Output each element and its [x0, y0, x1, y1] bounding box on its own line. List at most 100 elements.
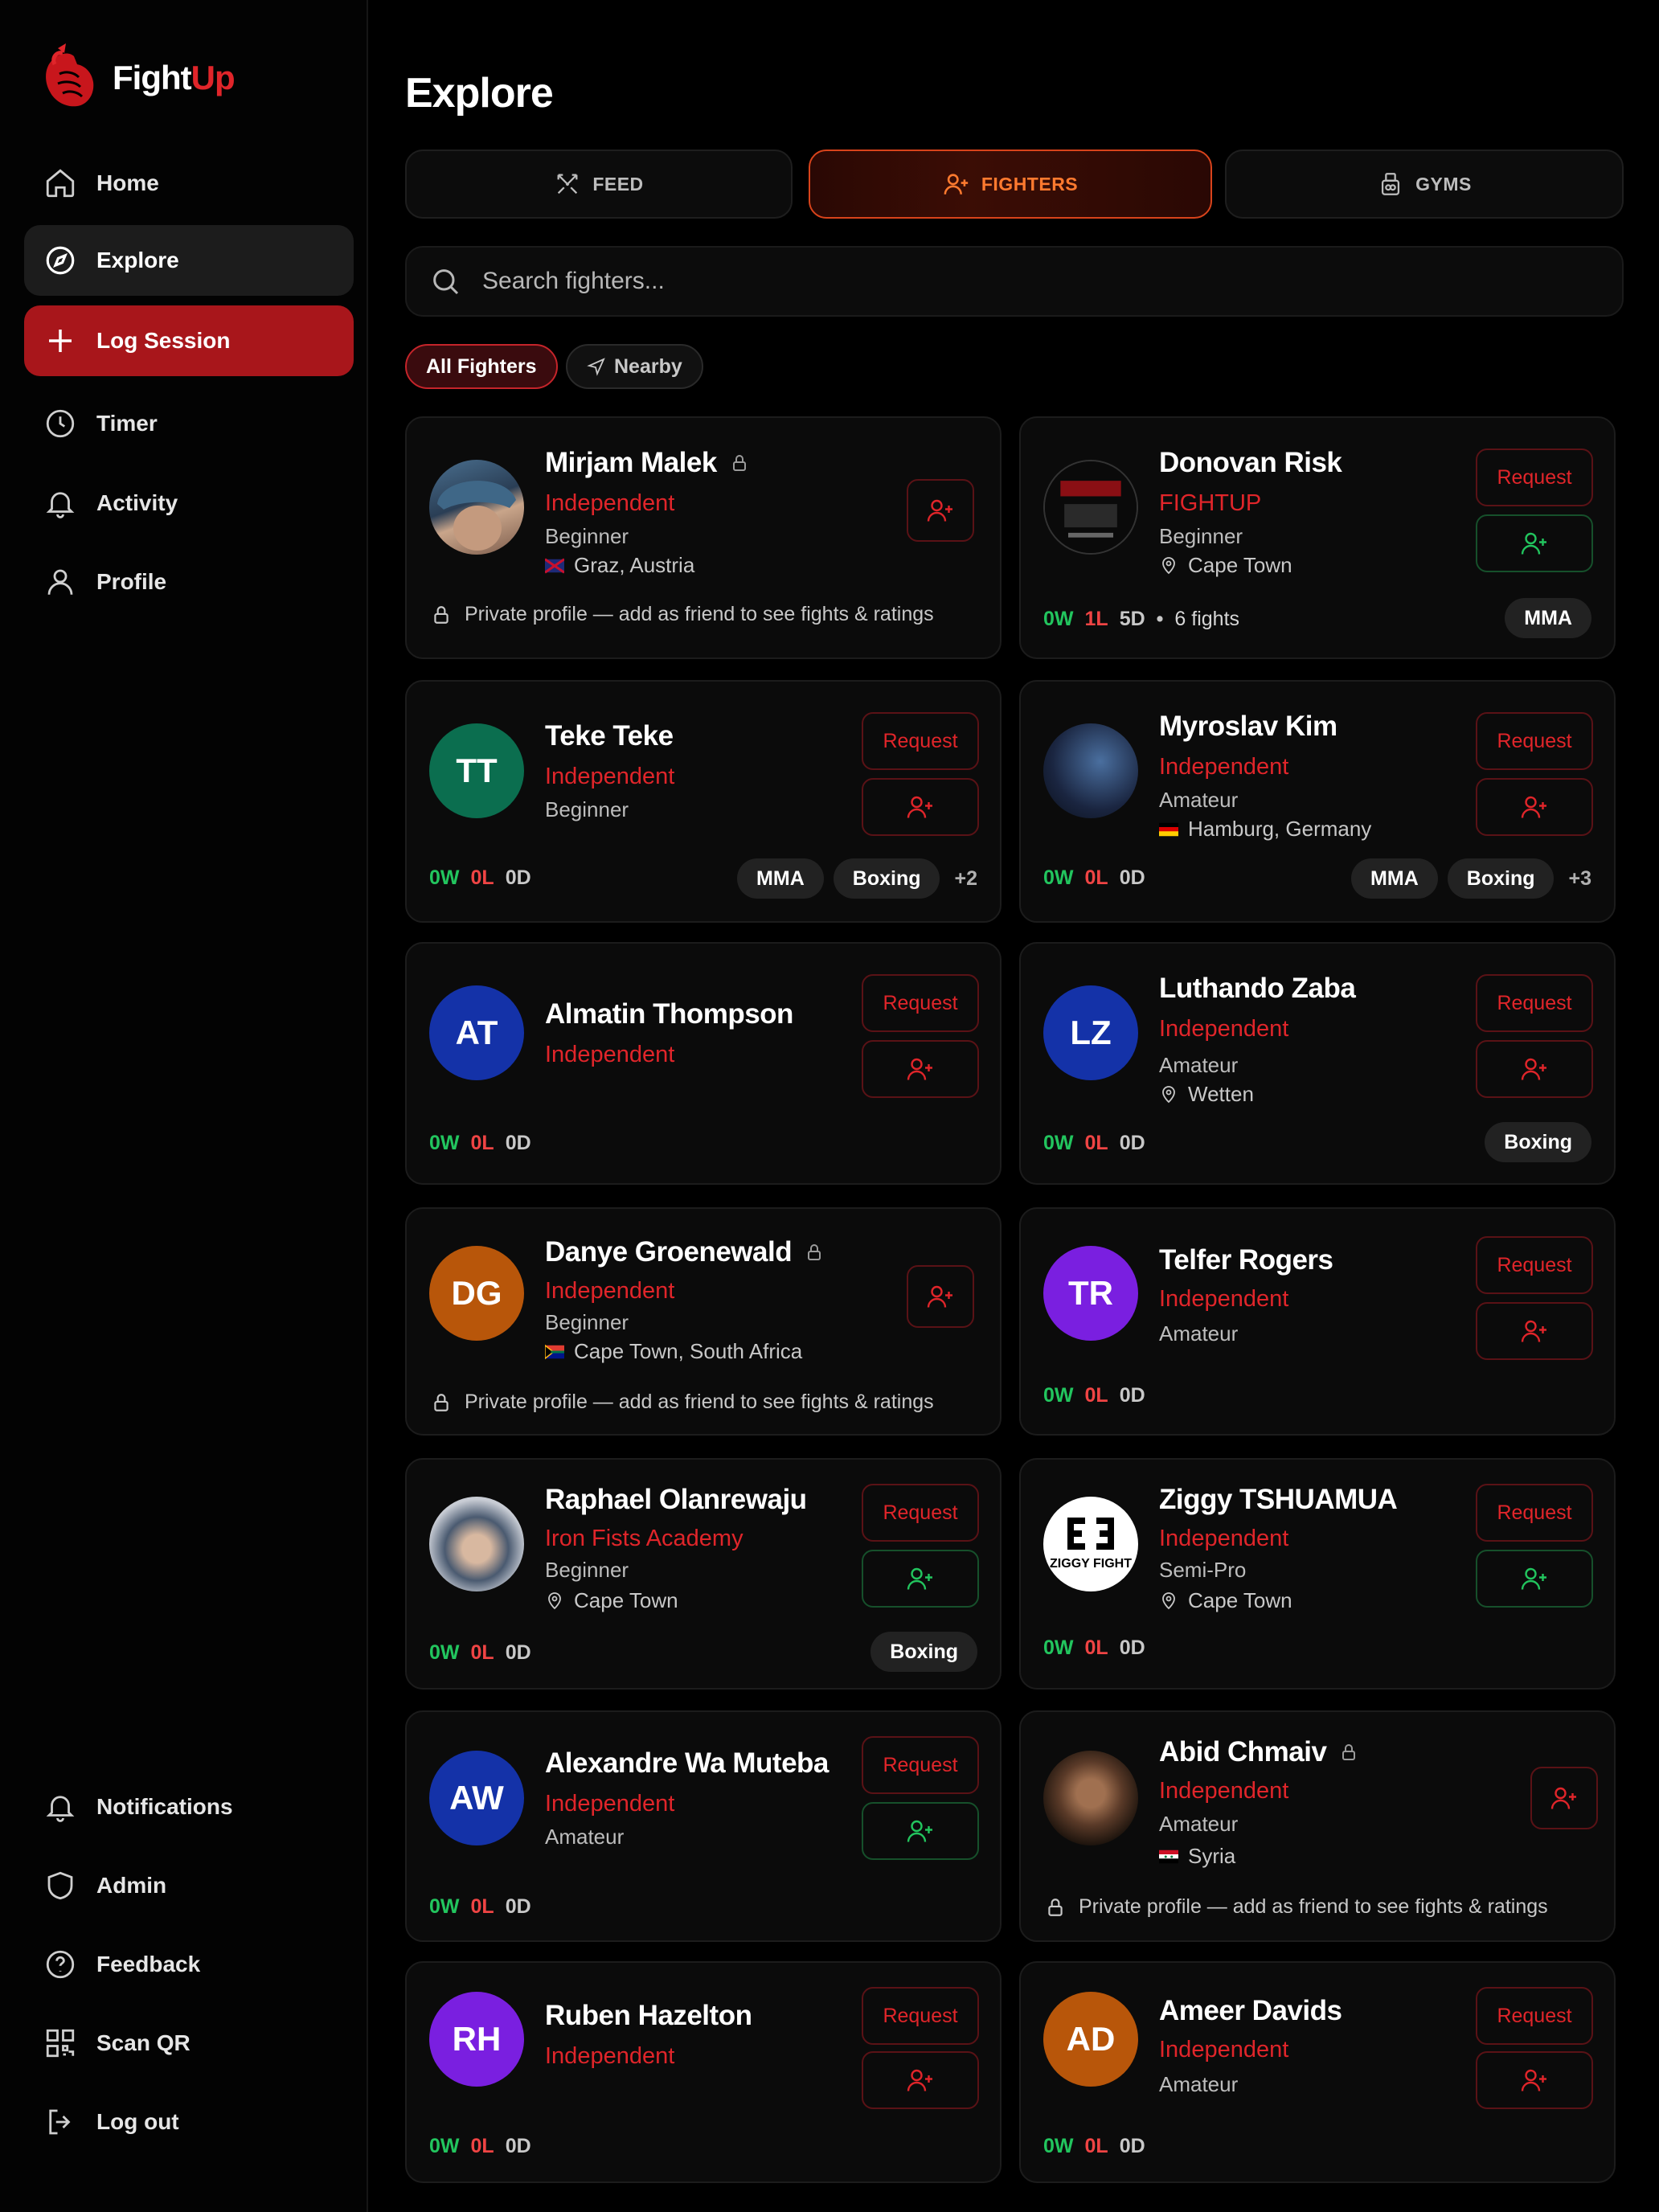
avatar — [1043, 723, 1138, 818]
fighter-name: Abid Chmaiv — [1159, 1736, 1358, 1768]
request-button[interactable]: Request — [1476, 1236, 1593, 1294]
request-button[interactable]: Request — [1476, 1484, 1593, 1542]
fighter-gym: Independent — [1159, 754, 1289, 780]
add-friend-button[interactable] — [862, 1550, 979, 1608]
avatar: AW — [429, 1751, 524, 1845]
private-notice: Private profile — add as friend to see f… — [1045, 1895, 1548, 1919]
fighter-card[interactable]: Abid Chmaiv Independent Amateur Syria Pr… — [1019, 1710, 1616, 1942]
tab-feed[interactable]: FEED — [405, 150, 793, 219]
filter-all-fighters[interactable]: All Fighters — [405, 344, 558, 389]
request-button[interactable]: Request — [862, 974, 979, 1032]
fighter-card[interactable]: TT Teke Teke Independent Beginner Reques… — [405, 680, 1002, 923]
tag: Boxing — [833, 858, 940, 899]
tag: Boxing — [1485, 1122, 1591, 1162]
fighter-level: Amateur — [1159, 1053, 1239, 1077]
tag: MMA — [1505, 598, 1591, 638]
sidebar-item-admin[interactable]: Admin — [24, 1854, 354, 1918]
filter-nearby[interactable]: Nearby — [566, 344, 703, 389]
tab-gyms[interactable]: GYMS — [1225, 150, 1624, 219]
tag: MMA — [1351, 858, 1438, 899]
fighter-card[interactable]: Myroslav Kim Independent Amateur Hamburg… — [1019, 680, 1616, 923]
fighter-card[interactable]: AW Alexandre Wa Muteba Independent Amate… — [405, 1710, 1002, 1942]
discipline-tags: MMA Boxing +2 — [737, 858, 977, 899]
add-friend-button[interactable] — [1476, 1550, 1593, 1608]
fighter-card[interactable]: Raphael Olanrewaju Iron Fists Academy Be… — [405, 1458, 1002, 1690]
request-button[interactable]: Request — [862, 1987, 979, 2045]
fighter-gym: Independent — [1159, 1286, 1289, 1312]
sidebar-item-activity[interactable]: Activity — [24, 468, 354, 539]
lock-icon — [434, 1393, 449, 1411]
fighter-card[interactable]: AD Ameer Davids Independent Amateur Requ… — [1019, 1961, 1616, 2183]
fist-logo-icon — [46, 43, 94, 107]
fighter-location: Cape Town — [1159, 1588, 1292, 1613]
avatar: RH — [429, 1992, 524, 2087]
fighter-gym: Independent — [1159, 1016, 1289, 1042]
tab-fighters[interactable]: FIGHTERS — [809, 150, 1212, 219]
discipline-tags: MMA Boxing +3 — [1351, 858, 1591, 899]
logout-icon — [49, 2109, 71, 2135]
fighter-card[interactable]: Mirjam Malek Independent Beginner Graz, … — [405, 416, 1002, 659]
sidebar-item-profile[interactable]: Profile — [24, 547, 354, 617]
request-button[interactable]: Request — [862, 1736, 979, 1794]
add-friend-button[interactable] — [1530, 1767, 1598, 1829]
request-button[interactable]: Request — [1476, 974, 1593, 1032]
sidebar-item-scan-qr[interactable]: Scan QR — [24, 2011, 354, 2075]
avatar — [429, 460, 524, 555]
fighter-gym: Independent — [545, 1278, 675, 1304]
add-friend-button[interactable] — [907, 479, 974, 542]
logo[interactable]: FightUp — [42, 42, 236, 114]
more-tags: +2 — [954, 866, 977, 890]
tag: Boxing — [870, 1632, 977, 1672]
sidebar-item-feedback[interactable]: Feedback — [24, 1932, 354, 1997]
sidebar-item-label: Timer — [96, 411, 158, 436]
request-button[interactable]: Request — [1476, 712, 1593, 770]
lock-icon — [434, 605, 449, 624]
add-friend-button[interactable] — [862, 778, 979, 836]
request-button[interactable]: Request — [1476, 449, 1593, 506]
discipline-tags: Boxing — [1485, 1122, 1591, 1162]
plus-icon — [49, 330, 72, 352]
add-friend-button[interactable] — [862, 2051, 979, 2109]
add-friend-button[interactable] — [907, 1265, 974, 1328]
fighter-card[interactable]: LZ Luthando Zaba Independent Amateur Wet… — [1019, 942, 1616, 1185]
fighter-location: Cape Town, South Africa — [545, 1339, 802, 1364]
fighter-card[interactable]: AT Almatin Thompson Independent Request … — [405, 942, 1002, 1185]
fighter-card[interactable]: Donovan Risk FIGHTUP Beginner Cape Town … — [1019, 416, 1616, 659]
fighter-location: Wetten — [1159, 1082, 1254, 1107]
fighter-name: Ruben Hazelton — [545, 2000, 752, 2031]
bell-icon — [46, 1796, 75, 1822]
add-friend-button[interactable] — [1476, 778, 1593, 836]
user-plus-icon — [927, 499, 952, 522]
add-friend-button[interactable] — [862, 1040, 979, 1098]
sidebar-item-explore[interactable]: Explore — [24, 225, 354, 296]
add-friend-button[interactable] — [1476, 1302, 1593, 1360]
request-button[interactable]: Request — [862, 1484, 979, 1542]
fighter-location: Cape Town — [545, 1588, 678, 1613]
lock-icon — [732, 455, 746, 471]
fighter-card[interactable]: DG Danye Groenewald Independent Beginner… — [405, 1207, 1002, 1436]
fighter-card[interactable]: ZIGGY FIGHT Ziggy TSHUAMUA Independent S… — [1019, 1458, 1616, 1690]
request-button[interactable]: Request — [862, 712, 979, 770]
user-plus-icon — [927, 1285, 952, 1308]
fighter-name: Myroslav Kim — [1159, 711, 1337, 742]
sidebar-item-timer[interactable]: Timer — [24, 388, 354, 459]
flag-icon — [1159, 822, 1178, 836]
sidebar-item-home[interactable]: Home — [24, 148, 354, 219]
add-friend-button[interactable] — [1476, 514, 1593, 572]
request-button[interactable]: Request — [1476, 1987, 1593, 2045]
sidebar-item-logout[interactable]: Log out — [24, 2090, 354, 2154]
search-bar[interactable] — [405, 246, 1624, 317]
add-friend-button[interactable] — [1476, 1040, 1593, 1098]
log-session-button[interactable]: Log Session — [24, 305, 354, 376]
search-input[interactable] — [482, 268, 1527, 295]
sidebar-item-notifications[interactable]: Notifications — [24, 1775, 354, 1839]
sidebar-item-label: Explore — [96, 248, 179, 272]
fighter-location: Hamburg, Germany — [1159, 817, 1371, 842]
add-friend-button[interactable] — [1476, 2051, 1593, 2109]
fighter-card[interactable]: TR Telfer Rogers Independent Amateur Req… — [1019, 1207, 1616, 1436]
add-friend-button[interactable] — [862, 1802, 979, 1860]
fighter-name: Donovan Risk — [1159, 447, 1342, 478]
fighter-card[interactable]: RH Ruben Hazelton Independent Request 0W… — [405, 1961, 1002, 2183]
navigation-icon — [587, 358, 605, 376]
fighter-level: Beginner — [545, 524, 629, 548]
